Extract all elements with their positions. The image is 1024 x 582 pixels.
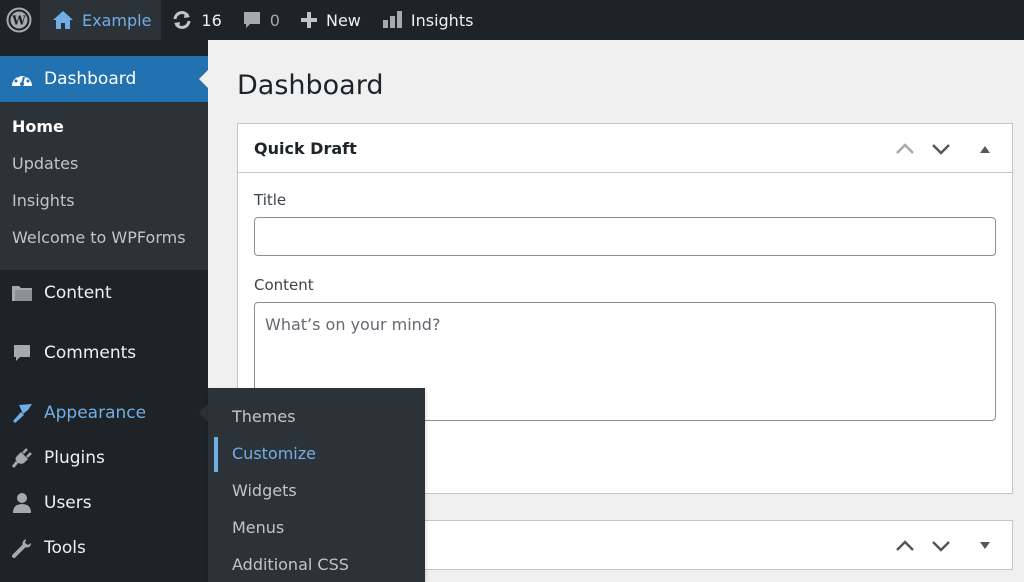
updates-icon [173,11,191,29]
wrench-icon [0,537,44,559]
move-up-button[interactable] [892,136,918,162]
insights-link[interactable]: Insights [371,0,484,40]
insights-label: Insights [410,10,474,30]
site-name-link[interactable]: Example [40,0,162,40]
tools-label: Tools [44,538,86,558]
flyout-arrow [199,404,208,422]
wordpress-logo-icon: W [6,7,32,33]
svg-text:W: W [11,14,26,28]
dashboard-label: Dashboard [44,69,137,89]
updates-count: 16 [201,10,222,30]
content-label: Content [44,283,112,303]
dashboard-submenu: Home Updates Insights Welcome to WPForms [0,102,208,270]
expand-toggle-button[interactable] [972,533,998,559]
users-label: Users [44,493,92,513]
plug-icon [0,447,44,469]
sidebar-item-comments[interactable]: Comments [0,331,208,375]
quick-draft-header: Quick Draft [238,124,1012,173]
chevron-down-icon [932,143,950,155]
chevron-up-icon [896,142,914,154]
move-down-button[interactable] [928,533,954,559]
collapse-toggle-button[interactable] [972,136,998,162]
comments-label: Comments [44,343,137,363]
comments-count: 0 [269,10,280,30]
admin-sidebar: Dashboard Home Updates Insights Welcome … [0,40,208,582]
new-label: New [325,10,361,30]
current-menu-arrow [199,70,208,88]
flyout-item-widgets[interactable]: Widgets [208,472,425,509]
submenu-item-updates[interactable]: Updates [0,145,208,182]
brush-icon [0,402,44,424]
flyout-item-customize[interactable]: Customize [208,435,425,472]
home-icon [53,11,73,29]
folder-icon [0,284,44,302]
updates-link[interactable]: 16 [161,0,231,40]
bar-chart-icon [382,11,402,28]
site-name: Example [82,10,152,30]
comments-link[interactable]: 0 [232,0,290,40]
quick-draft-title: Quick Draft [254,138,357,158]
submenu-item-welcome-wpforms[interactable]: Welcome to WPForms [0,219,208,256]
submenu-item-home[interactable]: Home [0,108,208,145]
appearance-flyout-menu: Themes Customize Widgets Menus Additiona… [208,388,425,582]
triangle-up-icon [980,145,990,153]
move-down-button[interactable] [928,136,954,162]
plus-icon [300,12,317,28]
sidebar-item-content[interactable]: Content [0,271,208,315]
page-title: Dashboard [237,70,384,101]
appearance-label: Appearance [44,403,147,423]
title-label: Title [254,191,287,209]
comment-icon [0,343,44,363]
new-content-link[interactable]: New [290,0,371,40]
user-icon [0,492,44,514]
comment-icon [243,12,260,28]
chevron-up-icon [896,539,914,551]
sidebar-item-plugins[interactable]: Plugins [0,436,208,480]
move-up-button[interactable] [892,533,918,559]
flyout-item-additional-css[interactable]: Additional CSS [208,546,425,582]
title-input[interactable] [254,217,996,256]
admin-bar: W Example 16 0 New Insights [0,0,1024,40]
sidebar-item-users[interactable]: Users [0,481,208,525]
sidebar-item-dashboard[interactable]: Dashboard [0,56,208,102]
submenu-item-insights[interactable]: Insights [0,182,208,219]
dashboard-gauge-icon [0,69,44,89]
plugins-label: Plugins [44,448,105,468]
flyout-item-themes[interactable]: Themes [208,398,425,435]
wp-logo-button[interactable]: W [0,0,40,40]
flyout-item-menus[interactable]: Menus [208,509,425,546]
sidebar-item-tools[interactable]: Tools [0,526,208,570]
sidebar-item-appearance[interactable]: Appearance [0,391,208,435]
triangle-down-icon [980,541,990,549]
content-label: Content [254,276,314,294]
chevron-down-icon [932,540,950,552]
